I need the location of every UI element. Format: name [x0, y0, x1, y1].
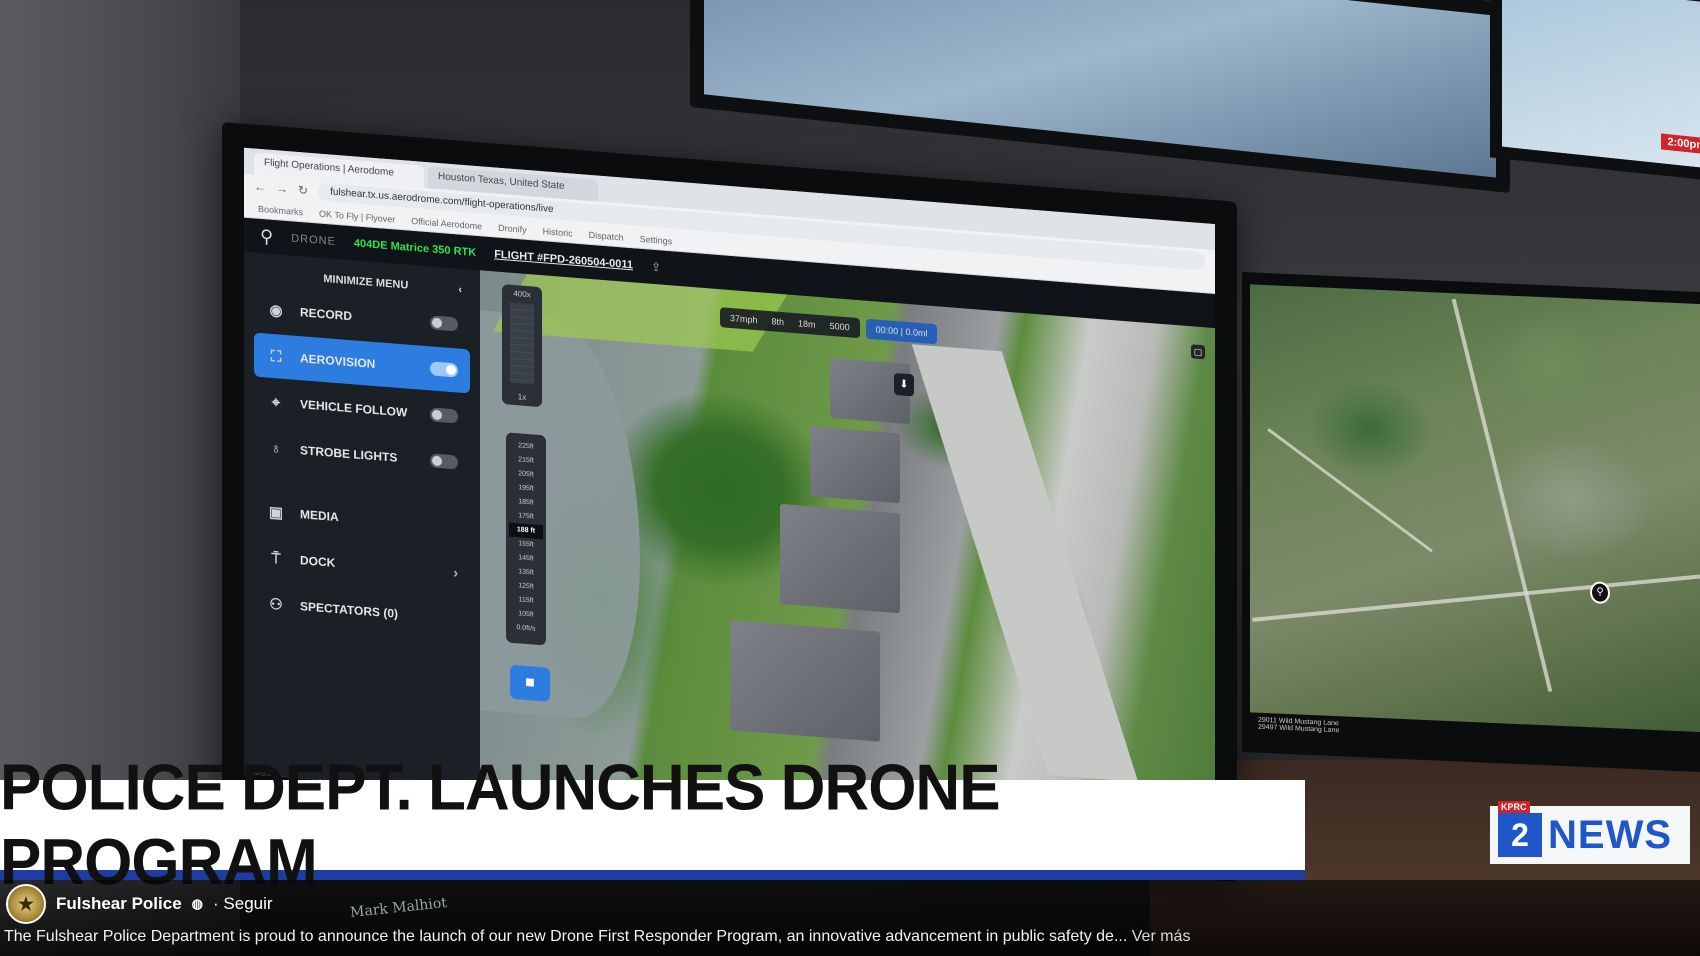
aerovision-icon: ⛶ — [270, 347, 282, 366]
post-caption: The Fulshear Police Department is proud … — [4, 928, 1190, 946]
distance-readout: 18m — [798, 318, 816, 330]
bookmark-item[interactable]: Settings — [640, 233, 673, 246]
timer-readout: 00:00 | 0.0ml — [875, 324, 928, 339]
chevron-left-icon: ‹ — [458, 283, 462, 296]
zoom-gauge[interactable]: 400x 1x — [502, 284, 542, 408]
globe-icon: ◍ — [191, 896, 204, 911]
news-lower-third: POLICE DEPT. LAUNCHES DRONE PROGRAM — [0, 752, 1305, 899]
fullscreen-icon[interactable]: ▢ — [1191, 344, 1205, 360]
record-toggle[interactable] — [430, 315, 458, 332]
bookmark-item[interactable]: Dronify — [498, 222, 527, 234]
aerodome-logo-icon[interactable]: ⚲ — [260, 225, 273, 247]
bookmark-item[interactable]: Bookmarks — [258, 203, 303, 217]
bookmark-item[interactable]: Dispatch — [589, 229, 624, 242]
see-more-link[interactable]: Ver más — [1132, 928, 1191, 945]
brand-label: DRONE — [291, 232, 336, 248]
drone-model: 404DE Matrice 350 RTK — [353, 237, 477, 260]
map-road — [1451, 298, 1553, 692]
map-road — [1267, 428, 1433, 553]
speed-readout: 37mph — [730, 312, 758, 326]
aerovision-toggle[interactable] — [430, 361, 458, 378]
house-roof — [730, 619, 880, 742]
kprc-2-logo: KPRC 2 — [1498, 801, 1542, 857]
battery-readout: 8th — [771, 316, 785, 328]
dock-icon: ⍑ — [271, 549, 281, 568]
map-road — [1252, 571, 1700, 622]
satellite-map[interactable]: ⚲ — [1250, 284, 1700, 734]
bookmark-item[interactable]: OK To Fly | Flyover — [319, 208, 395, 224]
headline: POLICE DEPT. LAUNCHES DRONE PROGRAM — [0, 751, 1001, 899]
sidebar-item-label: MEDIA — [300, 507, 339, 525]
share-icon[interactable]: ⇪ — [651, 260, 661, 275]
bookmark-item[interactable]: Official Aerodome — [411, 215, 482, 231]
timer-pill: 00:00 | 0.0ml — [865, 318, 938, 345]
author-name[interactable]: Fulshear Police — [56, 894, 182, 914]
sidebar-item-label: DOCK — [300, 553, 336, 570]
strobe-icon: ♁ — [270, 439, 282, 458]
location-pin-icon[interactable]: ⬇ — [894, 372, 914, 397]
spectators-icon: ⚇ — [269, 595, 283, 614]
record-icon: ◉ — [269, 301, 283, 320]
flight-id-link[interactable]: FLIGHT #FPD-260504-0011 — [494, 248, 633, 271]
sidebar-item-label: SPECTATORS (0) — [300, 599, 399, 621]
media-icon: ▣ — [268, 503, 284, 522]
forward-icon[interactable]: → — [276, 181, 288, 196]
chevron-right-icon: › — [453, 564, 458, 581]
house-roof — [810, 426, 900, 504]
altitude-gauge: 225ft 215ft 205ft 195ft 185ft 175ft 188 ft 155f… — [506, 432, 546, 646]
vehicle-follow-toggle[interactable] — [430, 407, 458, 424]
street — [911, 344, 1139, 783]
station-number: 2 — [1511, 817, 1529, 853]
top-monitor — [690, 0, 1510, 194]
avatar[interactable]: ★ — [6, 884, 46, 924]
strobe-lights-toggle[interactable] — [430, 453, 458, 470]
minimize-menu-label: MINIMIZE MENU — [323, 272, 409, 292]
camera-button[interactable]: ■ — [510, 664, 550, 702]
drone-location-pin-icon[interactable]: ⚲ — [1590, 581, 1610, 605]
zoom-value: 1x — [517, 392, 527, 402]
screen-tag: 2:00pm — [1661, 133, 1700, 155]
caption-text: The Fulshear Police Department is proud … — [4, 928, 1128, 945]
vertical-speed: 0.0ft/s — [516, 624, 536, 633]
zoom-max: 400x — [513, 288, 531, 300]
bookmark-item[interactable]: Historic — [543, 226, 573, 238]
browser-window: Flight Operations | Aerodome Houston Tex… — [244, 147, 1215, 851]
station-tag: KPRC — [1498, 801, 1530, 813]
station-logo: KPRC 2 NEWS — [1490, 801, 1690, 864]
reload-icon[interactable]: ↻ — [298, 183, 308, 198]
sidebar-item-label: STROBE LIGHTS — [300, 443, 398, 465]
sidebar-item-label: VEHICLE FOLLOW — [300, 397, 408, 420]
station-name: NEWS — [1548, 812, 1672, 857]
back-icon[interactable]: ← — [254, 180, 266, 195]
sidebar-item-label: AEROVISION — [300, 351, 376, 372]
post-author-row: ★ Fulshear Police ◍ · Seguir — [6, 884, 273, 924]
zoom-track[interactable] — [510, 302, 534, 385]
sidebar: MINIMIZE MENU ‹ ◉ RECORD ⛶ AEROVISION ⌖ … — [244, 251, 480, 793]
house-roof — [780, 503, 900, 614]
vehicle-follow-icon: ⌖ — [271, 393, 281, 412]
video-camera-icon: ■ — [525, 673, 535, 692]
map-monitor: ⚲ 29011 Wild Mustang Lane 29497 Wild Mus… — [1242, 272, 1700, 774]
heading-readout[interactable]: 5000 — [830, 321, 850, 333]
follow-button[interactable]: · Seguir — [213, 894, 273, 914]
sidebar-item-label: RECORD — [300, 305, 353, 324]
top-right-monitor: 2:00pm — [1490, 0, 1700, 183]
